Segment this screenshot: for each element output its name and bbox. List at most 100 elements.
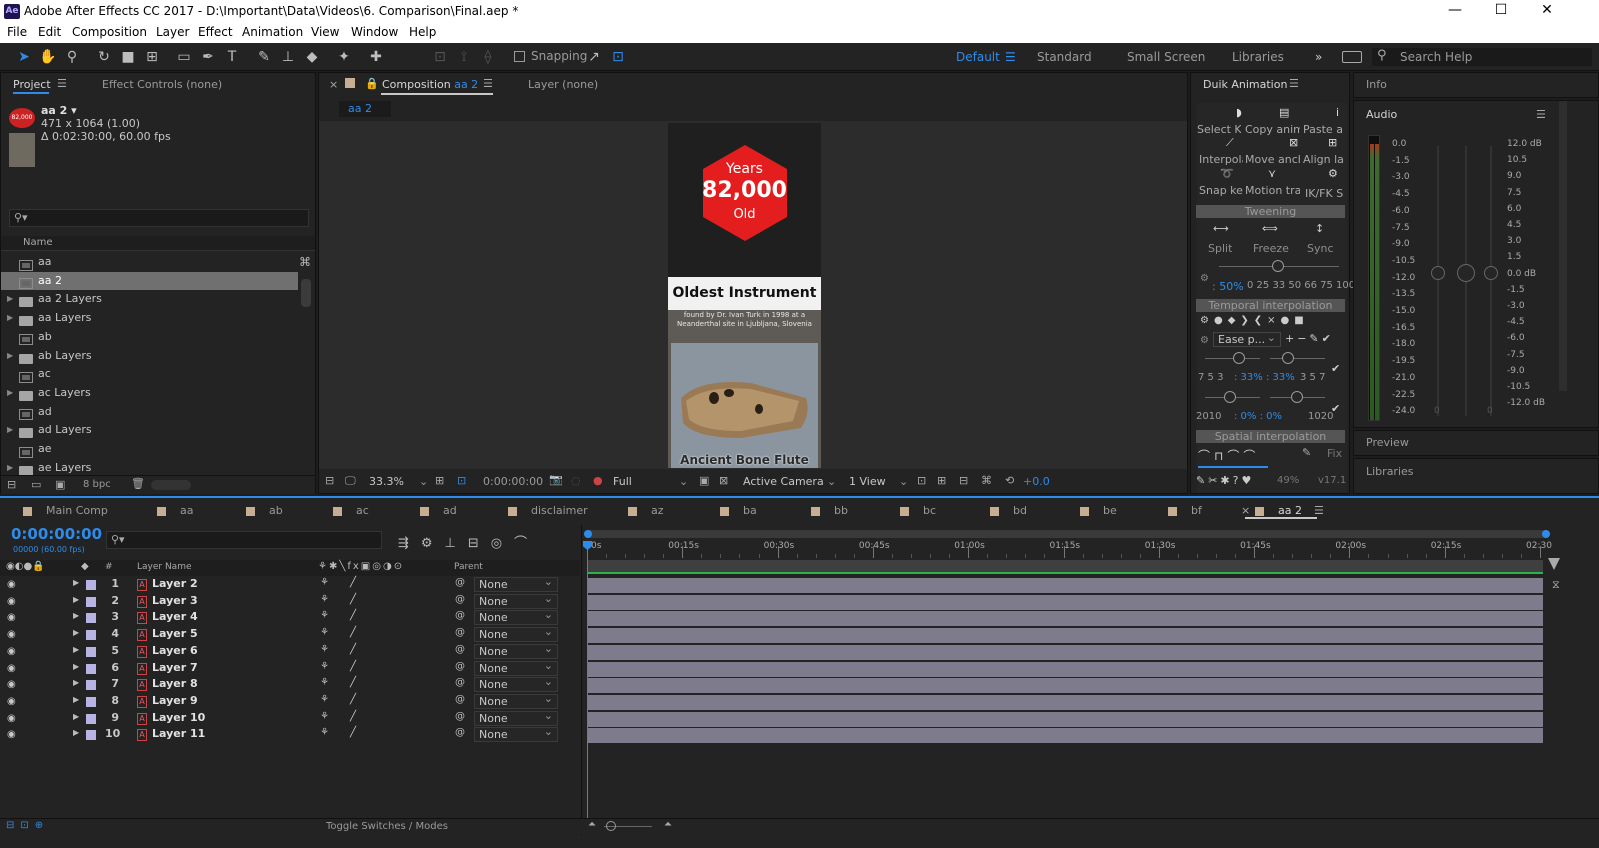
toggle-pixel-aspect-icon[interactable]: ⊡ <box>917 474 926 487</box>
camera-select[interactable]: Active Camera ⌄ <box>743 475 839 488</box>
timeline-tab[interactable]: disclaimer <box>508 504 588 518</box>
duik-freeze[interactable]: Freeze <box>1253 242 1289 255</box>
duik-copy-anim[interactable]: Copy anim <box>1245 123 1300 136</box>
layer-label-swatch[interactable] <box>86 613 96 624</box>
menu-file[interactable]: File <box>7 25 27 39</box>
comp-menu-icon[interactable]: ☰ <box>483 77 493 90</box>
layer-duration-bar[interactable] <box>588 728 1543 744</box>
pick-whip-icon[interactable]: @ <box>455 661 465 672</box>
tab-composition[interactable]: Composition aa 2 <box>382 78 478 91</box>
maximize-button[interactable]: ☐ <box>1478 0 1524 23</box>
project-item[interactable]: ad <box>1 403 298 421</box>
shy-switch-icon[interactable]: ⚘ <box>320 644 329 655</box>
layer-label-swatch[interactable] <box>86 730 96 741</box>
quality-switch-icon[interactable]: ╱ <box>350 594 356 605</box>
influence-presets[interactable]: 0 25 33 50 66 75 100 <box>1247 280 1355 291</box>
type-tool-icon[interactable]: T <box>222 47 242 67</box>
tab-layer[interactable]: Layer (none) <box>528 78 598 91</box>
timeline-timecode[interactable]: 0:00:00:00 <box>11 525 102 543</box>
layer-name[interactable]: Layer 7 <box>152 661 198 674</box>
workspace-libraries[interactable]: Libraries <box>1232 50 1284 64</box>
layer-row[interactable]: ◉ ▶ 5 A Layer 6 ⚘ ╱ @ None <box>0 642 580 660</box>
ease-presets-right[interactable]: 3 5 7 <box>1300 372 1325 383</box>
timeline-tab[interactable]: ab <box>246 504 283 518</box>
search-help-field[interactable]: ⚲ Search Help <box>1372 48 1592 66</box>
flowchart-icon[interactable]: ⌘ <box>299 255 311 269</box>
layer-duration-bar[interactable] <box>588 694 1543 710</box>
project-menu-icon[interactable]: ☰ <box>57 77 67 90</box>
region-of-interest-icon[interactable]: ▣ <box>699 474 709 487</box>
column-parent-label[interactable]: Parent <box>454 562 483 572</box>
expand-triangle-icon[interactable]: ▶ <box>7 384 13 402</box>
duik-snap-keys[interactable]: Snap key <box>1199 184 1243 197</box>
pan-behind-tool-icon[interactable]: ⊞ <box>142 47 162 67</box>
timeline-zoom-handle[interactable] <box>606 821 616 831</box>
column-layer-name-label[interactable]: Layer Name <box>137 562 192 572</box>
quality-switch-icon[interactable]: ╱ <box>350 694 356 705</box>
visibility-eye-icon[interactable]: ◉ <box>7 629 18 640</box>
velocity-presets-right[interactable]: 1020 <box>1308 411 1333 422</box>
tab-preview[interactable]: Preview <box>1366 436 1409 449</box>
shy-switch-icon[interactable]: ⚘ <box>320 610 329 621</box>
spatial-interpolation-icons[interactable]: ⌒⊓⌒⌒ <box>1198 447 1259 464</box>
close-comp-tab-icon[interactable]: × <box>329 78 338 91</box>
quality-switch-icon[interactable]: ╱ <box>350 644 356 655</box>
duik-paste-anim[interactable]: Paste a <box>1303 123 1347 136</box>
project-scrollbar[interactable] <box>298 254 314 454</box>
ease-buttons-icons[interactable]: +−✎✔ <box>1285 332 1334 345</box>
timeline-footer-icons[interactable]: ⊟⊡⊕ <box>6 820 49 831</box>
audio-slider-track-left[interactable] <box>1437 146 1439 416</box>
pen-tool-icon[interactable]: ✒ <box>198 47 218 67</box>
project-item[interactable]: ac <box>1 365 298 383</box>
velocity-in-slider-handle[interactable] <box>1224 391 1236 403</box>
work-area-navigator[interactable] <box>584 530 1550 538</box>
layer-label-swatch[interactable] <box>86 596 96 607</box>
comp-timecode[interactable]: 0:00:00:00 <box>483 475 543 488</box>
expand-layer-triangle-icon[interactable]: ▶ <box>73 728 79 737</box>
parent-select[interactable]: None <box>474 675 558 693</box>
layer-label-swatch[interactable] <box>86 680 96 691</box>
project-item[interactable]: ▶ ac Layers <box>1 384 298 402</box>
parent-select[interactable]: None <box>474 575 558 592</box>
layer-name[interactable]: Layer 2 <box>152 577 198 590</box>
pick-whip-icon[interactable]: @ <box>455 594 465 605</box>
snap-edges-icon[interactable]: ↗ <box>584 47 604 67</box>
hand-tool-icon[interactable]: ✋ <box>38 47 58 67</box>
shy-switch-icon[interactable]: ⚘ <box>320 627 329 638</box>
duik-sync[interactable]: Sync <box>1307 242 1334 255</box>
audio-slider-right-handle[interactable] <box>1484 266 1498 280</box>
visibility-eye-icon[interactable]: ◉ <box>7 663 18 674</box>
layer-row[interactable]: ◉ ▶ 1 A Layer 2 ⚘ ╱ @ None <box>0 575 580 593</box>
expand-layer-triangle-icon[interactable]: ▶ <box>73 628 79 637</box>
project-search-input[interactable]: ⚲▾ <box>9 209 309 227</box>
zoom-in-icon[interactable]: ⏶ <box>664 819 672 830</box>
interpolation-type-icons[interactable]: ⚙●◆❯❮⨯●■ <box>1200 315 1309 326</box>
quality-switch-icon[interactable]: ╱ <box>350 627 356 638</box>
layer-row[interactable]: ◉ ▶ 10 A Layer 11 ⚘ ╱ @ None <box>0 725 580 743</box>
layer-duration-bar[interactable] <box>588 578 1543 593</box>
audio-master-slider-handle[interactable] <box>1457 264 1475 282</box>
project-item[interactable]: aa <box>1 253 298 271</box>
timeline-tab[interactable]: ba <box>720 504 757 518</box>
expand-layer-triangle-icon[interactable]: ▶ <box>73 611 79 620</box>
parent-select[interactable]: None <box>474 709 558 726</box>
parent-select[interactable]: None <box>474 725 558 743</box>
ease-preset-select[interactable]: Ease p... ⌄ <box>1213 331 1281 347</box>
parent-select[interactable]: None <box>474 692 558 709</box>
expand-layer-triangle-icon[interactable]: ▶ <box>73 678 79 687</box>
column-name-label[interactable]: Name <box>23 237 53 248</box>
shy-switch-icon[interactable]: ⚘ <box>320 594 329 605</box>
menu-animation[interactable]: Animation <box>242 25 303 39</box>
selection-tool-icon[interactable]: ➤ <box>14 47 34 67</box>
shy-switch-icon[interactable]: ⚘ <box>320 577 329 588</box>
timeline-search-input[interactable]: ⚲▾ <box>106 531 382 549</box>
toggle-switches-modes-button[interactable]: Toggle Switches / Modes <box>326 821 448 832</box>
duik-interpolate[interactable]: Interpola <box>1199 153 1243 166</box>
visibility-eye-icon[interactable]: ◉ <box>7 713 18 724</box>
exposure-value[interactable]: +0.0 <box>1023 475 1050 488</box>
parent-select[interactable]: None <box>474 592 558 609</box>
visibility-eye-icon[interactable]: ◉ <box>7 579 18 590</box>
work-area-bar[interactable] <box>588 560 1543 572</box>
project-scroll-thumb[interactable] <box>301 279 311 307</box>
resolution-grid-icon[interactable]: ⊞ <box>435 474 444 487</box>
